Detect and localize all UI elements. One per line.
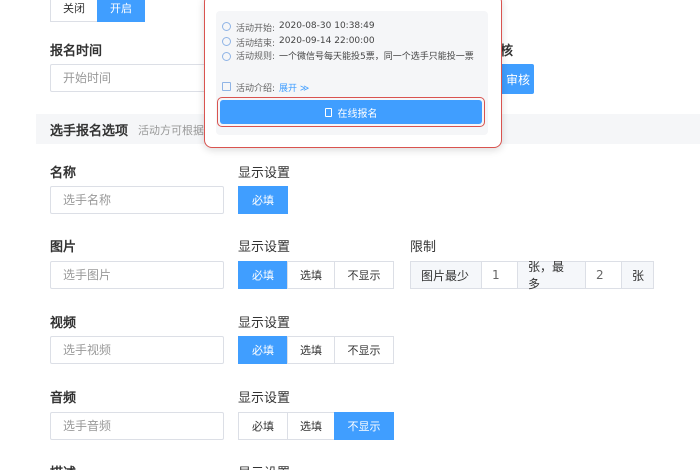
- limit-min-input[interactable]: 1: [481, 262, 517, 288]
- field-video-display-label: 显示设置: [238, 316, 291, 331]
- info-icon: [222, 52, 231, 61]
- option-required[interactable]: 必填: [238, 336, 288, 364]
- signup-button-frame: 在线报名: [217, 97, 485, 127]
- online-signup-button[interactable]: 在线报名: [220, 100, 482, 124]
- activity-intro-row: 活动介绍: 展开 ≫: [222, 81, 309, 94]
- limit-max-input[interactable]: 2: [585, 262, 621, 288]
- option-hidden[interactable]: 不显示: [334, 336, 394, 364]
- field-name-input[interactable]: 选手名称: [50, 186, 224, 214]
- activity-rule-row: 活动规则: 一个微信号每天能投5票，同一个选手只能投一票: [222, 51, 484, 64]
- document-icon: [222, 82, 231, 91]
- field-description-label: 描述: [50, 462, 76, 470]
- end-value: 2020-09-14 22:00:00: [279, 36, 375, 46]
- section-hint: 活动方可根据: [138, 124, 204, 137]
- field-video-display-options: 必填 选填 不显示: [238, 336, 394, 364]
- option-required[interactable]: 必填: [238, 261, 288, 289]
- option-optional[interactable]: 选填: [287, 336, 335, 364]
- limit-label: 限制: [410, 240, 437, 255]
- field-image-display-label: 显示设置: [238, 240, 291, 255]
- rule-key: 活动规则:: [236, 52, 276, 62]
- field-audio-label: 音频: [50, 391, 77, 406]
- start-key: 活动开始:: [236, 24, 276, 34]
- option-hidden[interactable]: 不显示: [334, 412, 394, 440]
- limit-mid: 张，最多: [517, 260, 585, 291]
- start-value: 2020-08-30 10:38:49: [279, 21, 375, 31]
- field-image-display-options: 必填 选填 不显示: [238, 261, 394, 289]
- field-audio-display-options: 必填 选填 不显示: [238, 412, 394, 440]
- field-name-display-options: 必填: [238, 186, 288, 214]
- rule-value: 一个微信号每天能投5票，同一个选手只能投一票: [279, 52, 474, 62]
- option-required[interactable]: 必填: [238, 186, 288, 214]
- start-time-input[interactable]: 开始时间: [50, 64, 220, 92]
- clock-icon: [222, 37, 231, 46]
- toggle-off-button[interactable]: 关闭: [50, 0, 98, 22]
- section-title: 选手报名选项: [50, 124, 129, 139]
- preview-popup: 活动开始: 2020-08-30 10:38:49 活动结束: 2020-09-…: [204, 0, 502, 148]
- image-limit-group: 图片最少 1 张，最多 2 张: [410, 260, 654, 291]
- field-audio-display-label: 显示设置: [238, 391, 291, 406]
- option-hidden[interactable]: 不显示: [334, 261, 394, 289]
- field-description-display-label: 显示设置: [238, 462, 290, 470]
- limit-prefix: 图片最少: [411, 262, 481, 288]
- option-optional[interactable]: 选填: [287, 261, 335, 289]
- intro-key: 活动介绍:: [236, 84, 276, 94]
- end-key: 活动结束:: [236, 39, 276, 49]
- field-name-display-label: 显示设置: [238, 166, 291, 181]
- form-panel: 关闭 开启 报名时间 开始时间 核 审核 选手报名选项 活动方可根据 名称 选手…: [0, 0, 700, 470]
- audit-button[interactable]: 审核: [498, 64, 534, 94]
- signup-button-label: 在线报名: [337, 108, 378, 120]
- field-image-input[interactable]: 选手图片: [50, 261, 224, 289]
- clock-icon: [222, 22, 231, 31]
- signup-time-label: 报名时间: [50, 44, 103, 59]
- toggle-group: 关闭 开启: [50, 0, 145, 22]
- toggle-on-button[interactable]: 开启: [97, 0, 145, 22]
- option-required[interactable]: 必填: [238, 412, 288, 440]
- activity-start-row: 活动开始: 2020-08-30 10:38:49: [222, 21, 375, 34]
- form-icon: [324, 107, 332, 117]
- expand-link[interactable]: 展开 ≫: [279, 81, 309, 94]
- field-audio-input[interactable]: 选手音频: [50, 412, 224, 440]
- limit-suffix: 张: [621, 262, 653, 288]
- field-name-label: 名称: [50, 166, 77, 181]
- field-video-label: 视频: [50, 316, 77, 331]
- activity-end-row: 活动结束: 2020-09-14 22:00:00: [222, 36, 375, 49]
- field-image-label: 图片: [50, 240, 77, 255]
- option-optional[interactable]: 选填: [287, 412, 335, 440]
- field-video-input[interactable]: 选手视频: [50, 336, 224, 364]
